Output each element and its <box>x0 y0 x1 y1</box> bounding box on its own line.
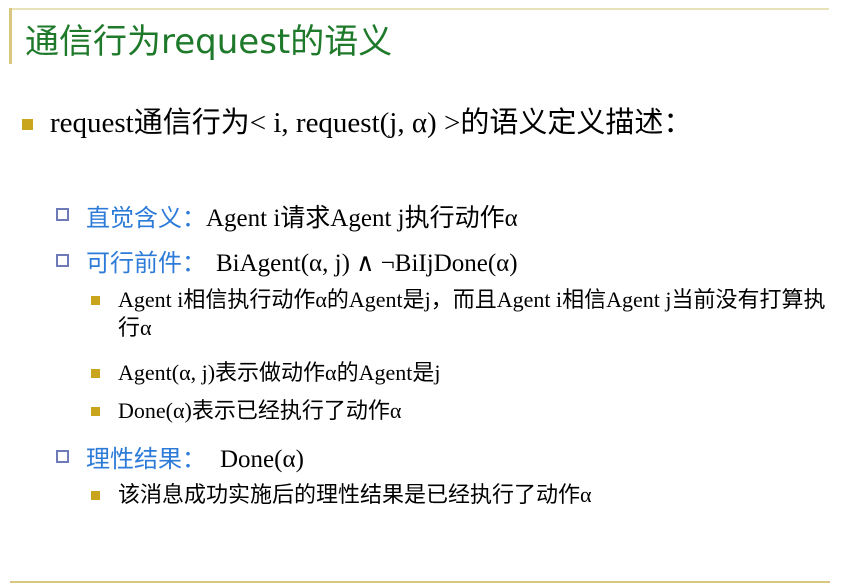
sub-item: Agent i相信执行动作α的Agent是j，而且Agent i相信Agent … <box>118 287 826 340</box>
slide: 通信行为request的语义 request通信行为< i, request(j… <box>0 0 858 587</box>
small-square-bullet-icon <box>91 296 100 305</box>
list-item: 理性结果： Done(α) <box>86 439 304 474</box>
list-item: 直觉含义：Agent i请求Agent j执行动作α <box>86 198 518 234</box>
small-square-bullet-icon <box>91 407 100 416</box>
item-value: Agent i请求Agent j执行动作α <box>206 205 518 232</box>
hollow-square-bullet-icon <box>56 208 69 221</box>
item-label: 可行前件： <box>86 249 206 277</box>
hollow-square-bullet-icon <box>56 450 69 463</box>
small-square-bullet-icon <box>91 491 100 500</box>
sub-item: 该消息成功实施后的理性结果是已经执行了动作α <box>118 482 592 507</box>
item-label: 直觉含义： <box>86 204 206 232</box>
sub-item: Agent(α, j)表示做动作α的Agent是j <box>118 360 441 385</box>
top-rule <box>9 8 829 10</box>
hollow-square-bullet-icon <box>56 254 69 267</box>
item-label: 理性结果： <box>86 445 206 473</box>
slide-title: 通信行为request的语义 <box>25 22 393 62</box>
small-square-bullet-icon <box>91 369 100 378</box>
bottom-rule <box>10 581 830 583</box>
title-accent-line <box>9 8 12 64</box>
item-value: Done(α) <box>220 446 304 473</box>
list-item: 可行前件： BiAgent(α, j) ∧ ¬BiIjDone(α) <box>86 243 518 278</box>
sub-item: Done(α)表示已经执行了动作α <box>118 398 402 423</box>
intro-text: request通信行为< i, request(j, α) >的语义定义描述： <box>50 107 693 139</box>
item-value: BiAgent(α, j) ∧ ¬BiIjDone(α) <box>216 250 518 277</box>
bullet-square-icon <box>22 119 33 130</box>
